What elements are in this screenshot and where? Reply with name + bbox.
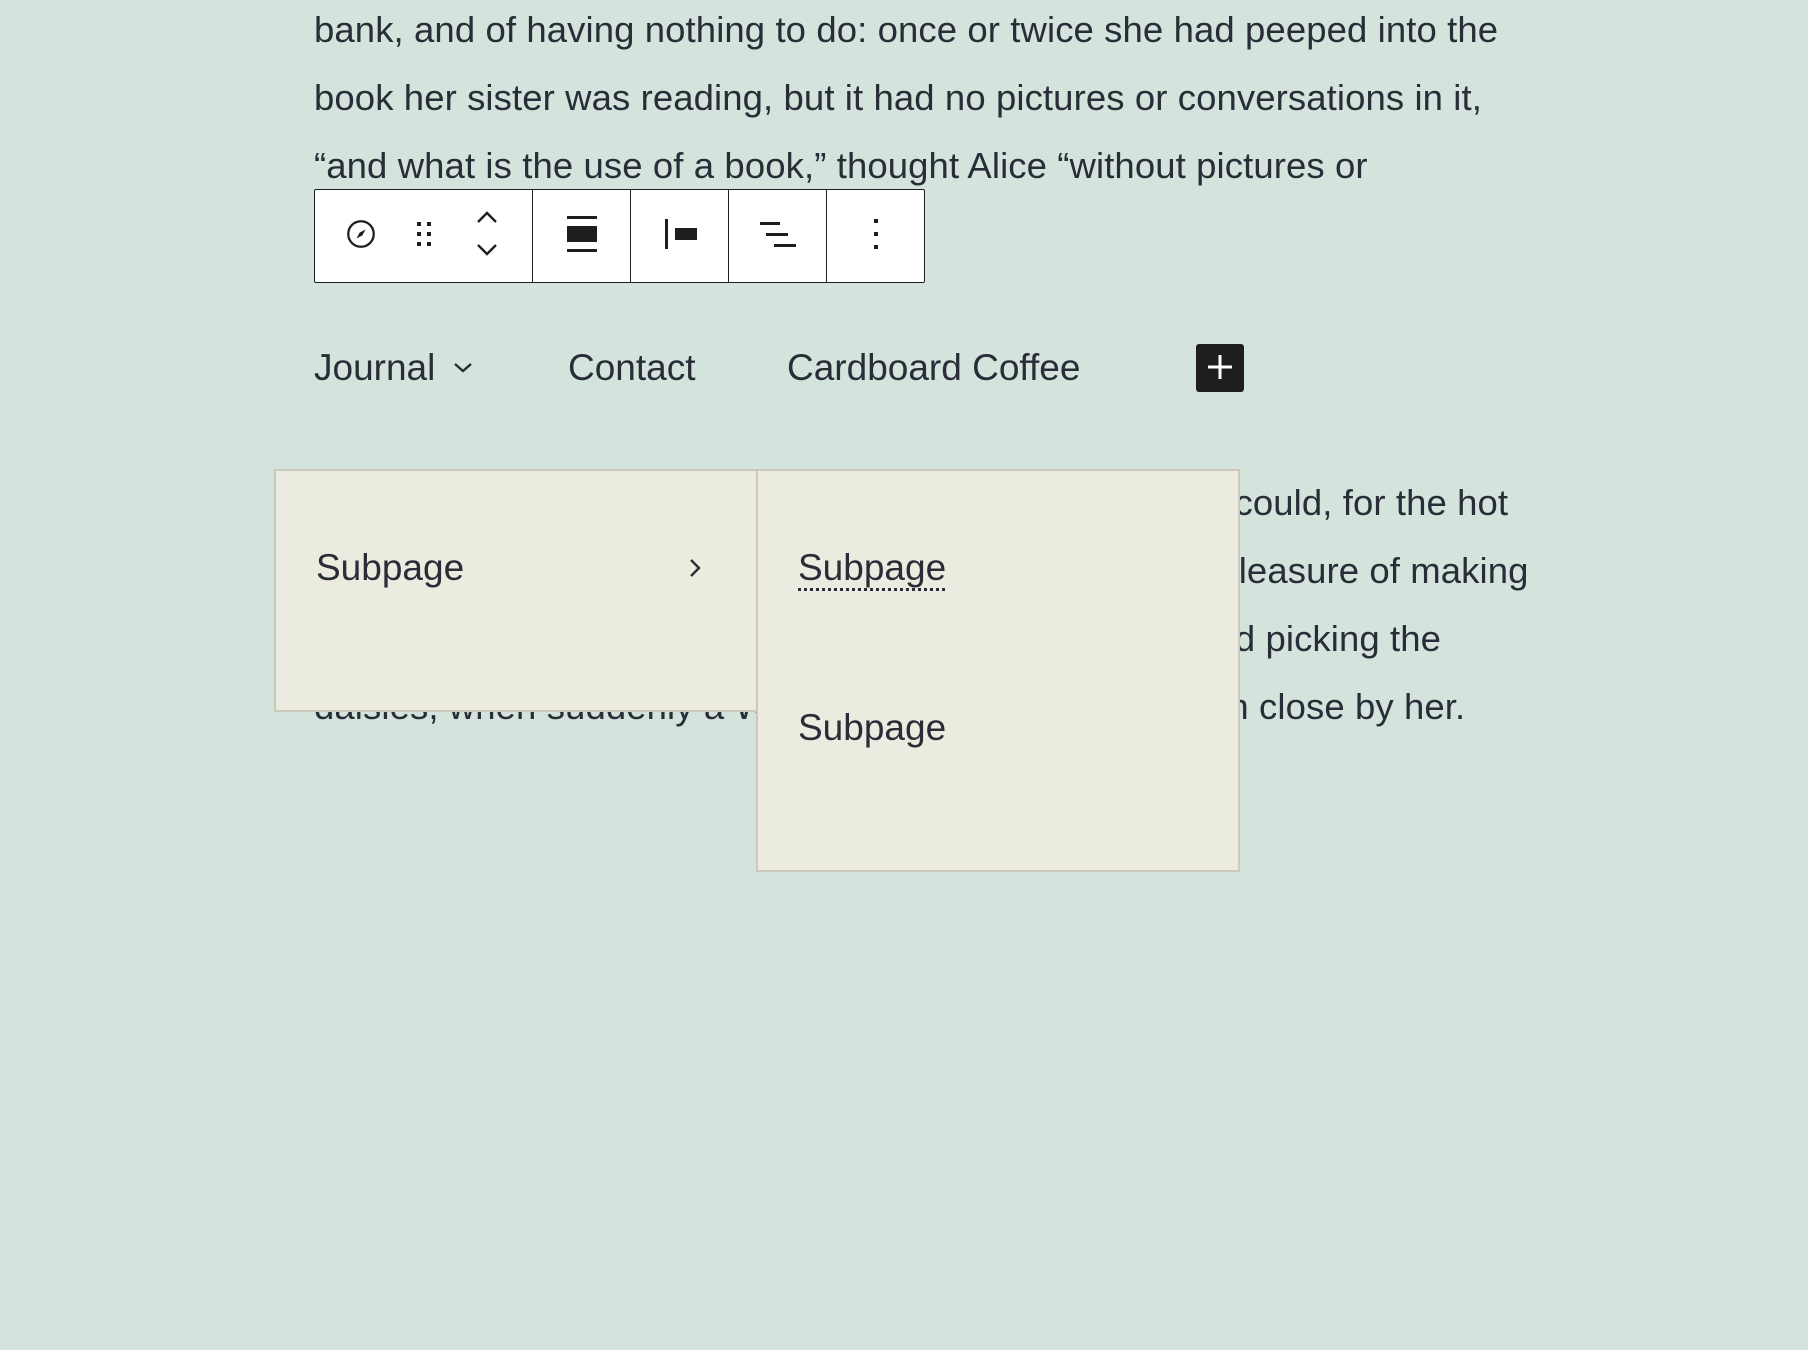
chevron-up-icon[interactable]	[475, 210, 499, 229]
align-lines-icon	[758, 217, 798, 256]
justify-left-icon	[663, 217, 697, 256]
nav-item-contact[interactable]: Contact	[568, 347, 696, 389]
block-toolbar	[314, 189, 925, 283]
chevron-right-icon[interactable]	[688, 556, 702, 580]
submenu-item[interactable]: Subpage	[316, 547, 701, 589]
text-align-button[interactable]	[758, 190, 798, 282]
nav-item-journal[interactable]: Journal	[314, 347, 473, 389]
align-wide-icon	[566, 214, 597, 259]
nav-item-label: Journal	[314, 347, 436, 388]
options-button[interactable]	[872, 190, 880, 282]
toolbar-group-block	[315, 190, 533, 282]
submenu-item[interactable]: Subpage	[798, 707, 946, 749]
submenu-nested: Subpage Subpage	[756, 469, 1240, 872]
toolbar-group-text-align	[729, 190, 827, 282]
block-type-button[interactable]	[335, 190, 387, 282]
chevron-down-icon[interactable]	[453, 362, 473, 374]
toolbar-group-align	[533, 190, 631, 282]
align-button[interactable]	[566, 190, 597, 282]
nav-item-label: Cardboard Coffee	[787, 347, 1081, 388]
submenu-item-label: Subpage	[316, 547, 465, 588]
more-vertical-icon	[872, 217, 880, 256]
nav-item-cardboard-coffee[interactable]: Cardboard Coffee	[787, 347, 1080, 389]
chevron-down-icon[interactable]	[475, 243, 499, 262]
toolbar-group-justify	[631, 190, 729, 282]
add-block-button[interactable]	[1196, 344, 1244, 392]
drag-handle[interactable]	[398, 190, 450, 282]
toolbar-group-options	[827, 190, 924, 282]
submenu-item[interactable]: Subpage	[798, 547, 946, 589]
move-buttons	[461, 190, 513, 282]
submenu-journal: Subpage	[274, 469, 758, 712]
justify-button[interactable]	[663, 190, 697, 282]
drag-dots-icon	[414, 218, 434, 255]
compass-icon	[344, 217, 378, 256]
plus-icon	[1207, 347, 1233, 389]
nav-item-label: Contact	[568, 347, 696, 388]
